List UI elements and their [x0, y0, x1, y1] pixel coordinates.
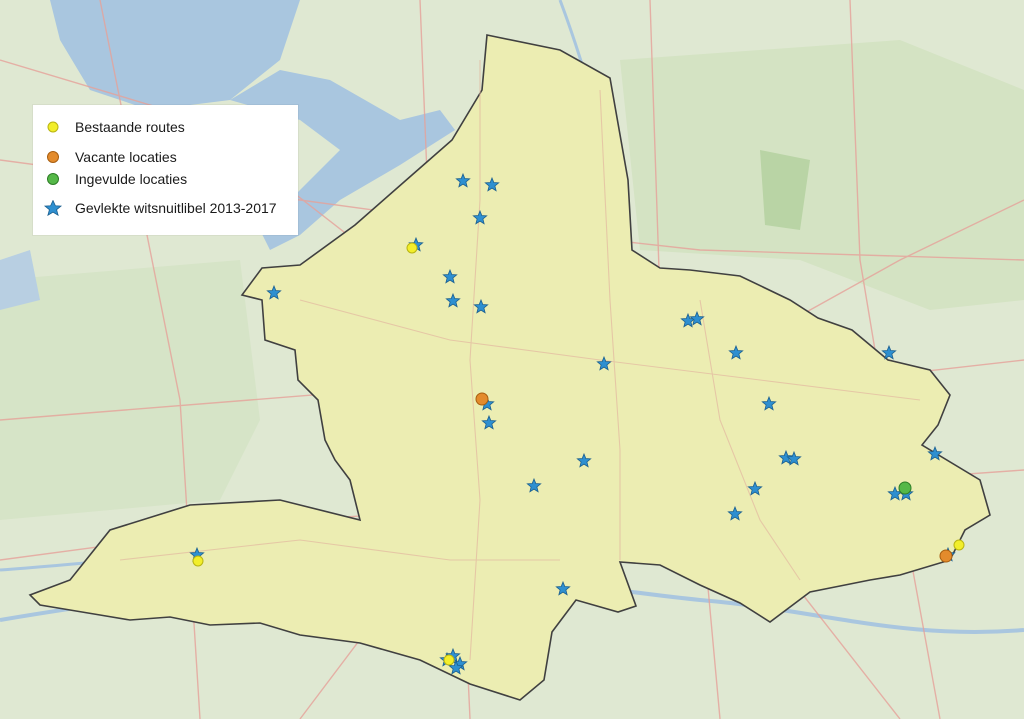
- green-circle-icon: [43, 171, 63, 187]
- legend-item-ingevulde-locaties: Ingevulde locaties: [43, 171, 187, 187]
- vacant-location-marker[interactable]: [939, 549, 953, 563]
- route-marker[interactable]: [192, 555, 204, 567]
- vacant-location-marker[interactable]: [475, 392, 489, 406]
- blue-star-icon: [43, 200, 63, 216]
- legend-item-gevlekte-witsnuitlibel: Gevlekte witsnuitlibel 2013-2017: [43, 200, 277, 216]
- legend-item-bestaande-routes: Bestaande routes: [43, 119, 185, 135]
- route-marker[interactable]: [443, 654, 455, 666]
- route-marker[interactable]: [953, 539, 965, 551]
- legend-label: Bestaande routes: [75, 119, 185, 135]
- orange-circle-icon: [43, 149, 63, 165]
- map[interactable]: Bestaande routes Vacante locaties Ingevu…: [0, 0, 1024, 719]
- route-marker[interactable]: [406, 242, 418, 254]
- legend-item-vacante-locaties: Vacante locaties: [43, 149, 177, 165]
- yellow-circle-icon: [43, 119, 63, 135]
- legend-label: Ingevulde locaties: [75, 171, 188, 187]
- legend-label: Gevlekte witsnuitlibel 2013-2017: [75, 200, 277, 216]
- legend: Bestaande routes Vacante locaties Ingevu…: [33, 105, 298, 235]
- filled-location-marker[interactable]: [898, 481, 912, 495]
- legend-label: Vacante locaties: [75, 149, 177, 165]
